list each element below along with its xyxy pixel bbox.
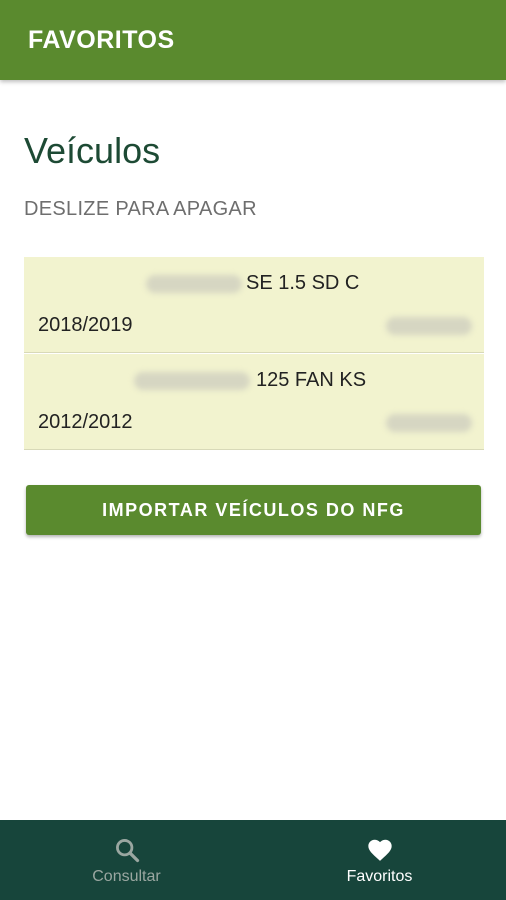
- nav-label-favoritos: Favoritos: [346, 868, 413, 885]
- vehicle-item[interactable]: SE 1.5 SD C 2018/2019: [24, 257, 484, 353]
- vehicle-list: SE 1.5 SD C 2018/2019 125 FAN KS 2012/20…: [24, 257, 484, 450]
- nav-label-consultar: Consultar: [92, 868, 161, 885]
- vehicle-years: 2018/2019: [38, 314, 133, 336]
- redacted-brand: [146, 275, 242, 293]
- redacted-plate: [386, 317, 472, 335]
- heart-icon: [367, 839, 392, 861]
- section-title: Veículos: [24, 130, 161, 171]
- bottom-navigation: Consultar Favoritos: [0, 820, 506, 900]
- nav-item-consultar[interactable]: Consultar: [0, 820, 253, 900]
- top-app-bar: FAVORITOS: [0, 0, 506, 80]
- vehicle-item[interactable]: 125 FAN KS 2012/2012: [24, 354, 484, 450]
- nav-item-favoritos[interactable]: Favoritos: [253, 820, 506, 900]
- app-screen: FAVORITOS Veículos DESLIZE PARA APAGAR S…: [0, 0, 506, 900]
- vehicle-years: 2012/2012: [38, 411, 133, 433]
- search-icon: [115, 839, 139, 863]
- redacted-plate: [386, 414, 472, 432]
- screen-title: FAVORITOS: [28, 26, 175, 54]
- redacted-brand: [134, 372, 250, 390]
- vehicle-model: SE 1.5 SD C: [246, 272, 360, 294]
- import-vehicles-button[interactable]: IMPORTAR VEÍCULOS DO NFG: [26, 485, 481, 535]
- swipe-hint: DESLIZE PARA APAGAR: [24, 198, 257, 220]
- vehicle-model: 125 FAN KS: [256, 369, 367, 391]
